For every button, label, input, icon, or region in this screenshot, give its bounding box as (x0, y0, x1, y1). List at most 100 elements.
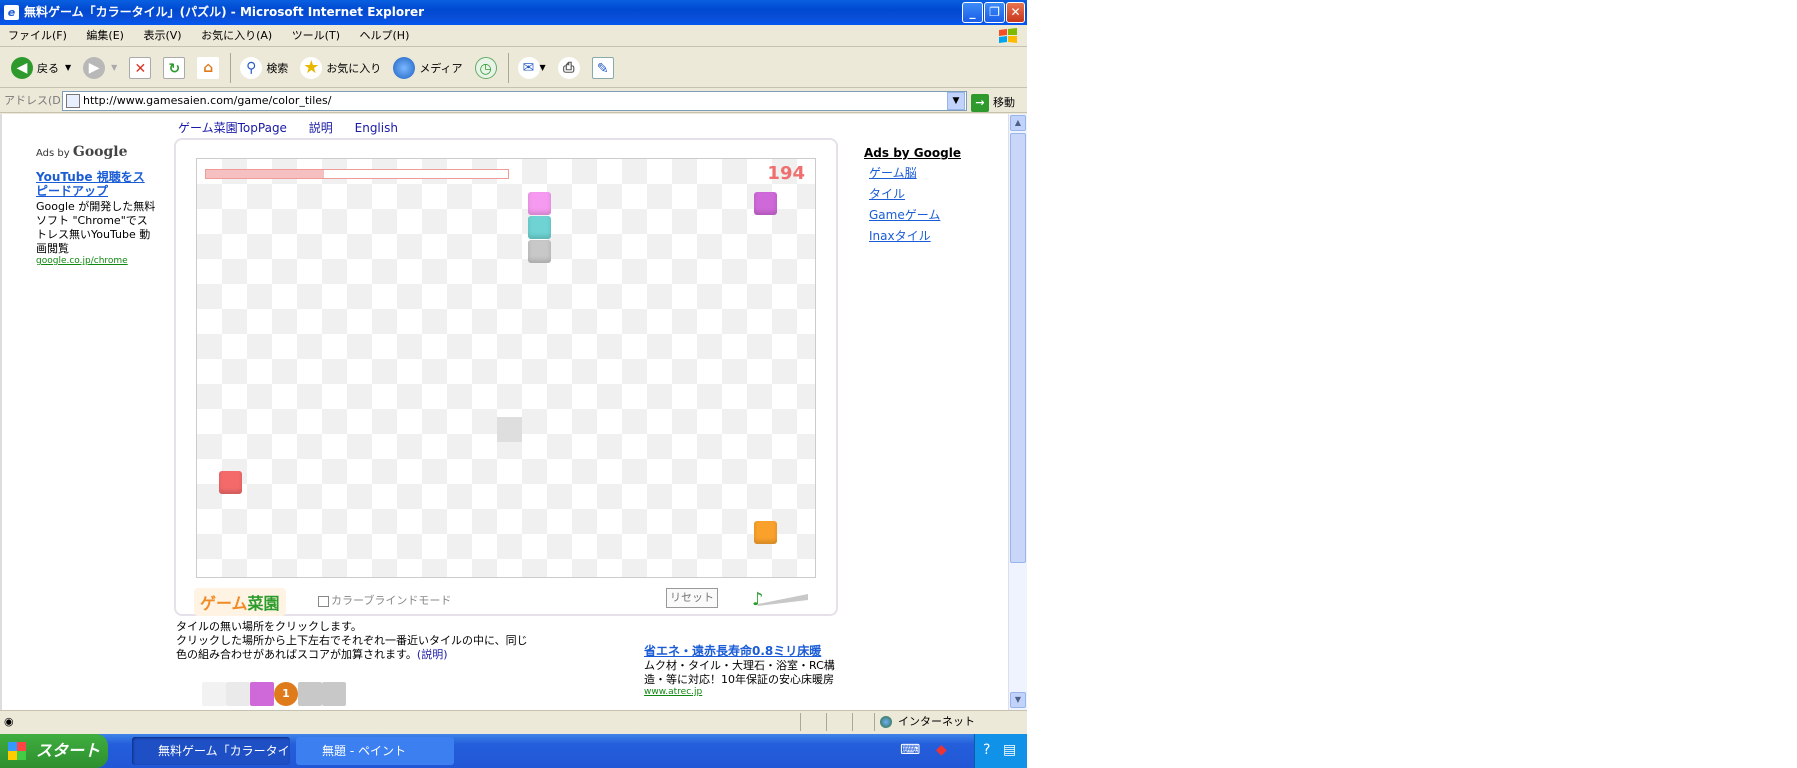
windows-flag-icon (8, 742, 26, 760)
ads-by-google-heading[interactable]: Ads by Google (864, 146, 961, 160)
mail-icon: ✉ (517, 56, 540, 79)
menu-favorites[interactable]: お気に入り(A) (193, 25, 280, 47)
menu-file[interactable]: ファイル(F) (0, 25, 75, 47)
scroll-thumb[interactable] (1010, 133, 1026, 563)
address-input[interactable]: http://www.gamesaien.com/game/color_tile… (62, 91, 967, 111)
menu-tools[interactable]: ツール(T) (284, 25, 348, 47)
tray-help-icon[interactable]: ? (983, 742, 990, 758)
last-click-cell (497, 417, 522, 442)
taskbar-paint-window[interactable]: 無題 - ペイント (296, 737, 454, 765)
page-content: ゲーム菜園TopPage 説明 English Ads by Google Yo… (0, 114, 1008, 710)
chevron-down-icon: ▼ (539, 63, 546, 72)
link-english[interactable]: English (355, 121, 398, 135)
explanation-link[interactable]: (説明) (417, 648, 448, 661)
stop-button[interactable]: ✕ (124, 51, 156, 85)
ad-body: ムク材・タイル・大理石・浴室・RC構造・等に対応！10年保証の安心床暖房 (644, 659, 835, 686)
toolbar: ◀ 戻る ▼ ▶ ▼ ✕ ↻ ⌂ ⚲ 検索 ★ お気に入り メディア ◷ ✉ ▼ … (0, 48, 1027, 88)
score: 194 (767, 163, 805, 184)
minimize-button[interactable]: _ (962, 2, 983, 23)
menu-edit[interactable]: 編集(E) (78, 25, 132, 47)
colorblind-mode-toggle[interactable]: カラーブラインドモード (318, 592, 451, 608)
ad-link-inax-tile[interactable]: Inaxタイル (869, 227, 961, 244)
edit-button[interactable]: ✎ (587, 51, 619, 85)
ie-icon: e (4, 5, 19, 20)
windows-logo-icon (999, 28, 1017, 43)
tile-orange (754, 521, 777, 544)
print-button[interactable]: ⎙ (553, 51, 585, 85)
back-arrow-icon: ◀ (11, 56, 33, 79)
chevron-down-icon[interactable]: ▼ (65, 63, 71, 72)
search-button[interactable]: ⚲ 検索 (235, 51, 293, 85)
link-top-page[interactable]: ゲーム菜園TopPage (178, 121, 287, 135)
address-label: アドレス(D) (4, 94, 66, 107)
ad-title-link[interactable]: YouTube 視聴をスピードアップ (36, 170, 156, 198)
forward-button[interactable]: ▶ ▼ (78, 51, 122, 85)
media-button[interactable]: メディア (388, 51, 467, 85)
toolbar-separator (507, 52, 509, 83)
menu-help[interactable]: ヘルプ(H) (352, 25, 418, 47)
tray-keyboard-icon[interactable]: ⌨ (900, 742, 920, 758)
history-button[interactable]: ◷ (470, 51, 502, 85)
game-board[interactable]: 194 (196, 158, 816, 578)
ad-link-tile[interactable]: タイル (869, 185, 961, 202)
reset-button[interactable]: リセット (666, 588, 718, 608)
window-title: 無料ゲーム「カラータイル」(パズル) - Microsoft Internet … (24, 5, 425, 19)
ad-url-link[interactable]: www.atrec.jp (644, 687, 844, 697)
star-icon: ★ (300, 56, 323, 79)
sound-volume-icon[interactable]: ♪ (748, 586, 810, 608)
ad-body: Google が開発した無料ソフト "Chrome"でストレス無いYouTube… (36, 200, 156, 255)
tray-ime-icon[interactable]: ▤ (1003, 742, 1016, 758)
scroll-down-button[interactable]: ▼ (1010, 692, 1026, 708)
checkbox[interactable] (318, 595, 329, 607)
top-links: ゲーム菜園TopPage 説明 English (178, 119, 416, 136)
status-separator (852, 713, 853, 731)
legend-number-one-icon: 1 (274, 682, 298, 706)
home-button[interactable]: ⌂ (192, 51, 224, 85)
status-bar: ◉ インターネット (0, 710, 1027, 734)
close-button[interactable]: ✕ (1006, 2, 1025, 23)
scroll-up-button[interactable]: ▲ (1010, 115, 1026, 131)
time-bar-fill (206, 170, 324, 178)
game-panel: 194 ゲーム菜園 カラーブラインドモード リセット ♪ (174, 138, 838, 616)
legend-empty (226, 682, 250, 706)
maximize-button[interactable]: ❐ (984, 2, 1005, 23)
media-globe-icon (393, 56, 416, 79)
tile-red (219, 471, 242, 494)
legend-magenta-tile (250, 682, 274, 706)
refresh-button[interactable]: ↻ (158, 51, 190, 85)
printer-icon: ⎙ (557, 56, 580, 79)
link-explanation[interactable]: 説明 (309, 121, 333, 135)
menu-view[interactable]: 表示(V) (135, 25, 189, 47)
time-bar (205, 169, 509, 179)
title-bar[interactable]: e 無料ゲーム「カラータイル」(パズル) - Microsoft Interne… (0, 0, 1027, 25)
ad-url-link[interactable]: google.co.jp/chrome (36, 256, 156, 266)
taskbar-ie-window[interactable]: 無料ゲーム「カラータイ... (132, 737, 290, 765)
legend-gray-tile (322, 682, 346, 706)
vertical-scrollbar[interactable]: ▲ ▼ (1008, 114, 1027, 710)
status-separator (874, 713, 875, 731)
back-button[interactable]: ◀ 戻る ▼ (6, 51, 76, 85)
ads-by-google-label[interactable]: Ads by Google (36, 144, 156, 160)
legend-empty (202, 682, 226, 706)
favorites-button[interactable]: ★ お気に入り (295, 51, 386, 85)
ad-link-game-brain[interactable]: ゲーム脳 (869, 164, 961, 181)
home-icon: ⌂ (197, 56, 220, 79)
legend-gray-tile (298, 682, 322, 706)
start-button[interactable]: スタート (0, 734, 108, 768)
status-separator (826, 713, 827, 731)
chevron-down-icon: ▼ (111, 63, 118, 72)
address-dropdown-button[interactable]: ▼ (947, 92, 965, 110)
ad-right: Ads by Google ゲーム脳 タイル Gameゲーム Inaxタイル (864, 146, 961, 244)
svg-text:♪: ♪ (752, 589, 764, 608)
ad-title-link[interactable]: 省エネ・遠赤長寿命0.8ミリ床暖 (644, 642, 844, 659)
mail-button[interactable]: ✉ ▼ (513, 51, 551, 85)
search-icon: ⚲ (240, 56, 263, 79)
go-button[interactable]: → 移動 (971, 91, 1015, 115)
tile-pink (528, 192, 551, 215)
game-saien-logo[interactable]: ゲーム菜園 (194, 588, 286, 616)
tile-gray (528, 240, 551, 263)
ie-window: e 無料ゲーム「カラータイル」(パズル) - Microsoft Interne… (0, 0, 1027, 768)
tray-volume-icon[interactable]: ◆ (936, 742, 947, 758)
ad-link-game[interactable]: Gameゲーム (869, 206, 961, 223)
menu-bar: ファイル(F) 編集(E) 表示(V) お気に入り(A) ツール(T) ヘルプ(… (0, 25, 1027, 47)
